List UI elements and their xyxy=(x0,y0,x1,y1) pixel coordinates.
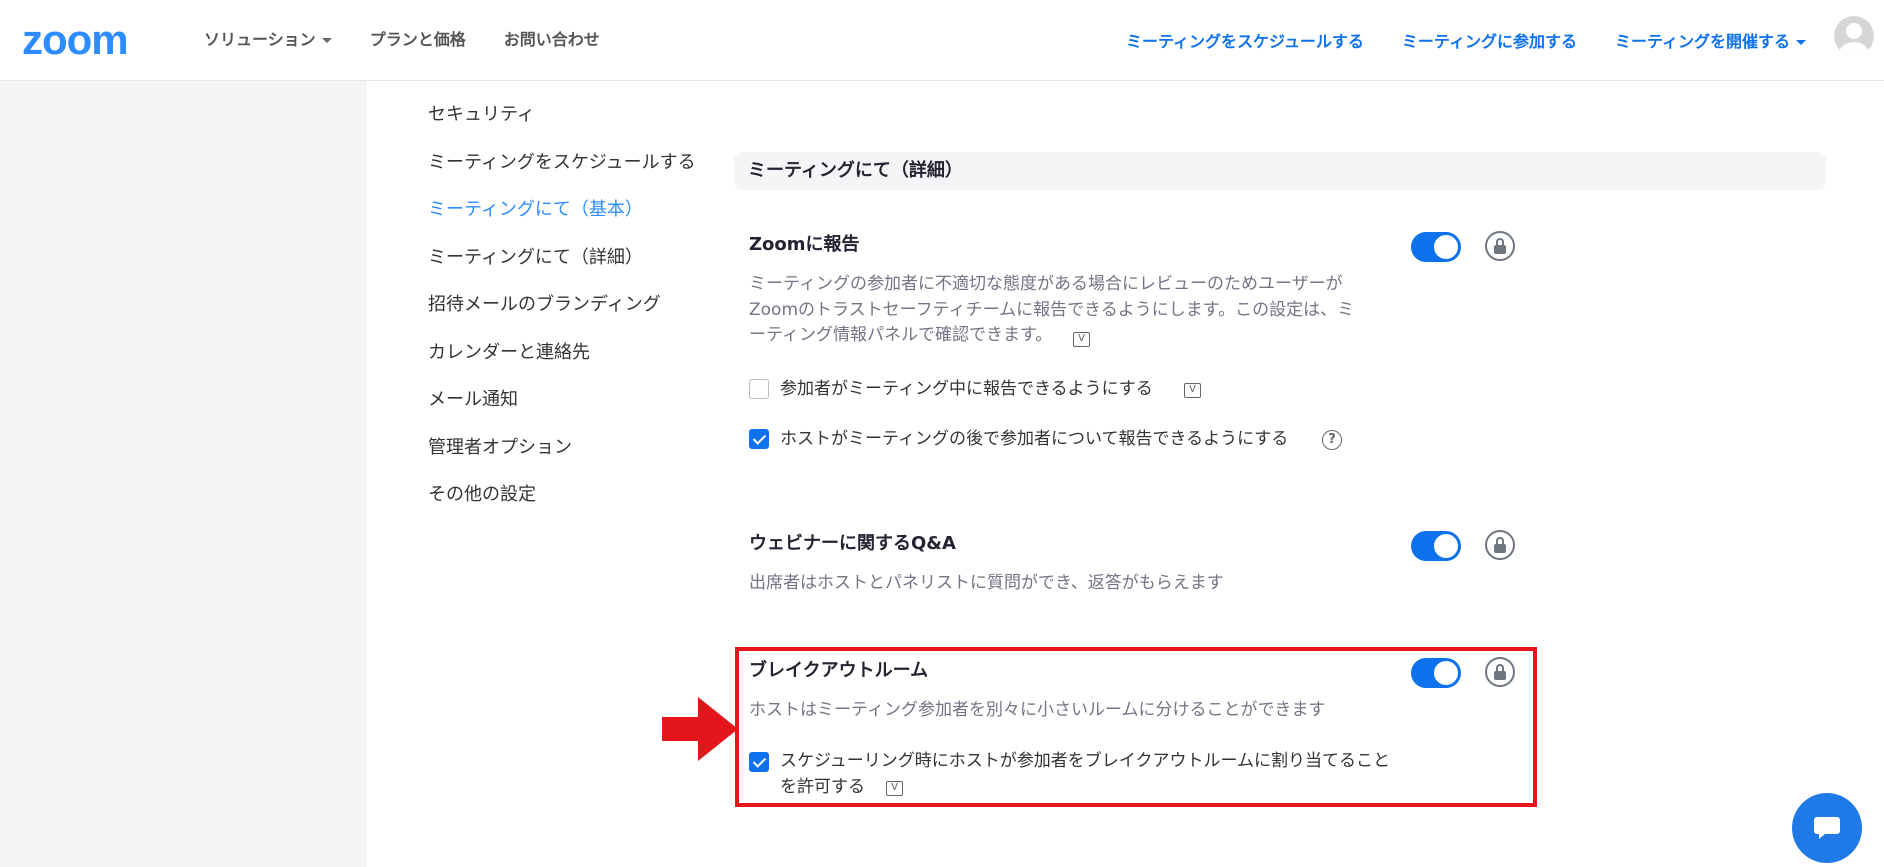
setting-title-breakout: ブレイクアウトルーム xyxy=(749,660,929,681)
chevron-down-icon xyxy=(321,38,332,43)
sidebar-item-other-settings[interactable]: その他の設定 xyxy=(428,483,696,507)
sidebar-item-email-branding[interactable]: 招待メールのブランディング xyxy=(428,293,696,317)
setting-desc-report-2: Zoomのトラストセーフティチームに報告できるようにします。この設定は、ミ xyxy=(749,300,1355,320)
breakout-preassign-checkbox[interactable] xyxy=(749,752,769,772)
setting-title-report: Zoomに報告 xyxy=(749,234,860,255)
zoom-logo[interactable]: zoom xyxy=(22,18,129,62)
report-after-meeting-checkbox[interactable] xyxy=(749,429,769,449)
lock-icon[interactable] xyxy=(1485,530,1515,560)
nav-left: ソリューション プランと価格 お問い合わせ xyxy=(204,28,600,52)
qa-toggle[interactable] xyxy=(1411,531,1461,561)
setting-desc-report-3: ーティング情報パネルで確認できます。 xyxy=(749,325,1053,345)
nav-schedule-meeting[interactable]: ミーティングをスケジュールする xyxy=(1126,28,1364,52)
nav-right: ミーティングをスケジュールする ミーティングに参加する ミーティングを開催する xyxy=(1126,28,1806,52)
setting-desc-breakout: ホストはミーティング参加者を別々に小さいルームに分けることができます xyxy=(749,700,1326,720)
lock-icon[interactable] xyxy=(1485,231,1515,261)
setting-title-qa: ウェビナーに関するQ&A xyxy=(749,533,956,554)
sidebar-item-schedule-meeting[interactable]: ミーティングをスケジュールする xyxy=(428,151,696,175)
avatar[interactable] xyxy=(1834,16,1874,56)
nav-join-meeting[interactable]: ミーティングに参加する xyxy=(1402,28,1577,52)
version-icon: V xyxy=(886,781,903,796)
nav-solutions[interactable]: ソリューション xyxy=(204,28,332,52)
sidebar-item-admin-options[interactable]: 管理者オプション xyxy=(428,436,696,460)
sidebar-item-calendar-contacts[interactable]: カレンダーと連絡先 xyxy=(428,341,696,365)
report-during-meeting-checkbox[interactable] xyxy=(749,379,769,399)
sidebar-item-in-meeting-basic[interactable]: ミーティングにて（基本） xyxy=(428,198,696,222)
report-during-meeting-label: 参加者がミーティング中に報告できるようにする xyxy=(780,379,1153,399)
chat-button[interactable] xyxy=(1792,793,1862,863)
lock-icon[interactable] xyxy=(1485,657,1515,687)
settings-sidebar: セキュリティ ミーティングをスケジュールする ミーティングにて（基本） ミーティ… xyxy=(428,103,696,531)
breakout-preassign-label-1: スケジューリング時にホストが参加者をブレイクアウトルームに割り当てること xyxy=(780,751,1390,771)
left-background-band xyxy=(0,81,367,867)
report-toggle[interactable] xyxy=(1411,232,1461,262)
red-arrow-icon xyxy=(662,697,738,761)
setting-desc-qa: 出席者はホストとパネリストに質問ができ、返答がもらえます xyxy=(749,573,1224,593)
chat-bubble-icon xyxy=(1814,817,1840,839)
report-after-meeting-label: ホストがミーティングの後で参加者について報告できるようにする xyxy=(780,429,1289,449)
nav-contact[interactable]: お問い合わせ xyxy=(504,28,600,52)
top-header: zoom ソリューション プランと価格 お問い合わせ ミーティングをスケジュール… xyxy=(0,0,1884,81)
help-icon[interactable]: ? xyxy=(1322,430,1342,450)
version-icon: V xyxy=(1073,332,1090,347)
breakout-toggle[interactable] xyxy=(1411,658,1461,688)
sidebar-item-email-notifications[interactable]: メール通知 xyxy=(428,388,696,412)
nav-host-meeting[interactable]: ミーティングを開催する xyxy=(1615,28,1806,52)
sidebar-item-security[interactable]: セキュリティ xyxy=(428,103,696,127)
version-icon: V xyxy=(1184,383,1201,398)
breakout-preassign-label-2: を許可する xyxy=(780,777,865,797)
section-title: ミーティングにて（詳細） xyxy=(734,152,1826,190)
chevron-down-icon xyxy=(1796,40,1806,45)
nav-plans-pricing[interactable]: プランと価格 xyxy=(370,28,466,52)
setting-desc-report-1: ミーティングの参加者に不適切な態度がある場合にレビューのためユーザーが xyxy=(749,274,1343,294)
sidebar-item-in-meeting-advanced[interactable]: ミーティングにて（詳細） xyxy=(428,246,696,270)
